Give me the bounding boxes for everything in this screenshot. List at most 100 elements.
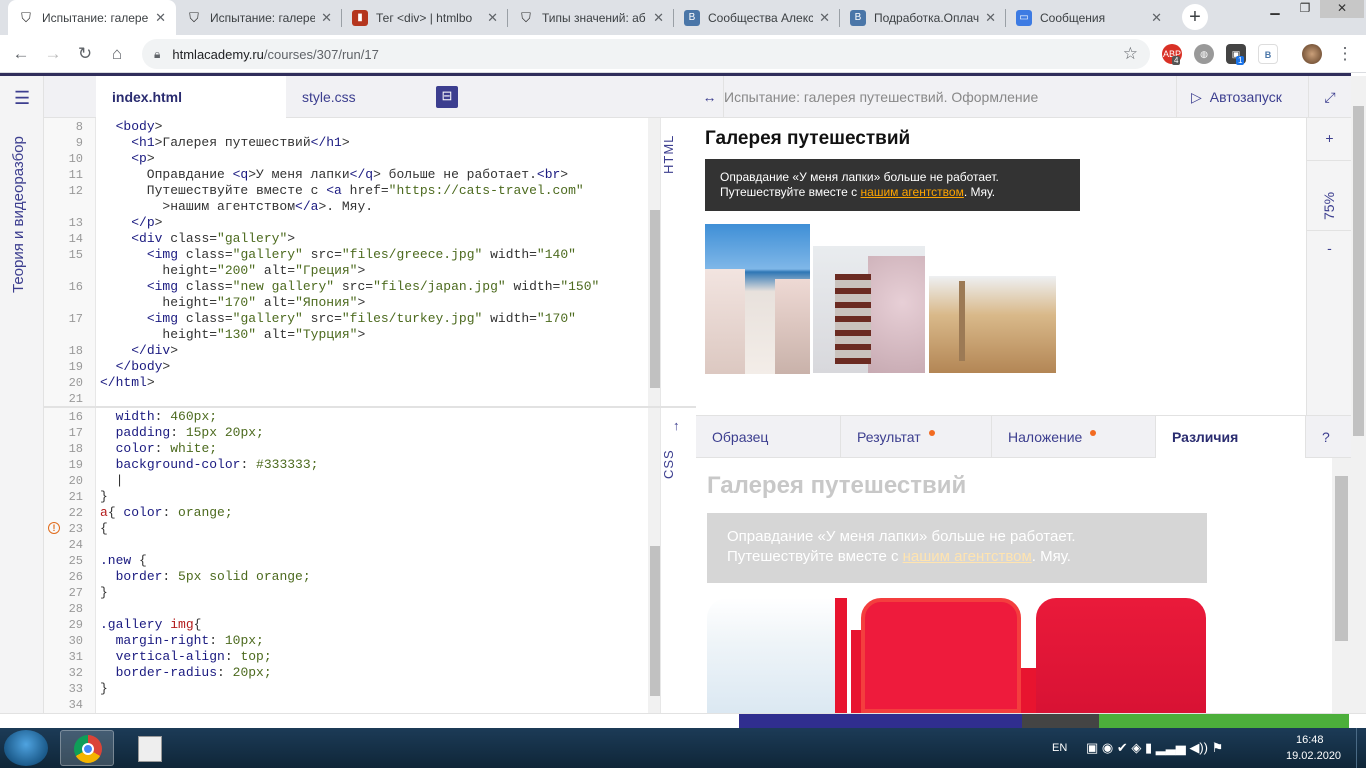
tab-overlay[interactable]: Наложение [992,416,1156,458]
code-line[interactable]: a{ color: orange; [100,505,648,521]
code-line[interactable]: <body> [100,119,648,135]
zoom-out-button[interactable]: - [1307,240,1352,256]
browser-tab-4[interactable]: ⛉ Типы значений: аб ✕ [508,0,674,35]
resize-arrows-icon[interactable]: ↔ [696,76,724,118]
close-tab-icon[interactable]: ✕ [985,10,996,26]
code-line[interactable]: background-color: #333333; [100,457,648,473]
css-editor[interactable]: width: 460px; padding: 15px 20px; color:… [96,408,648,713]
browser-tab-6[interactable]: В Подработка.Оплач ✕ [840,0,1006,35]
browser-tab-5[interactable]: В Сообщества Алекс ✕ [674,0,840,35]
line-number: 16 [68,280,83,294]
code-line[interactable]: <img class="gallery" src="files/turkey.j… [100,311,648,327]
code-line[interactable]: height="170" alt="Япония"> [100,295,648,311]
html-scrollbar[interactable] [648,118,660,406]
code-line[interactable]: .gallery img{ [100,617,648,633]
profile-avatar[interactable] [1302,44,1322,64]
tray-icons[interactable]: ▣ ◉ ✔ ◈ ▮ ▂▃▅ ◀)) ⚑ [1086,728,1223,768]
agency-link[interactable]: нашим агентством [861,185,964,199]
code-line[interactable]: <p> [100,151,648,167]
code-line[interactable]: >нашим агентством</a>. Мяу. [100,199,648,215]
htmlacademy-shield-icon: ⛉ [521,9,531,25]
code-line[interactable]: height="130" alt="Турция"> [100,327,648,343]
chrome-taskbar-button[interactable] [60,730,114,766]
code-line[interactable]: padding: 15px 20px; [100,425,648,441]
code-line[interactable]: height="200" alt="Греция"> [100,263,648,279]
layout-toggle-icon[interactable]: ⊟ [436,86,458,108]
tab-index-html[interactable]: index.html [96,76,286,118]
code-line[interactable]: <div class="gallery"> [100,231,648,247]
html-editor[interactable]: <body> <h1>Галерея путешествий</h1> <p> … [96,118,648,406]
tab-differences[interactable]: Различия [1156,416,1306,458]
address-bar[interactable]: 🔒︎ htmlacademy.ru/courses/307/run/17 ☆ [142,39,1150,69]
hamburger-menu-icon[interactable]: ☰ [14,88,30,109]
theory-video-link[interactable]: Теория и видеоразбор [10,136,34,386]
code-line[interactable]: margin-right: 10px; [100,633,648,649]
code-line[interactable]: border: 5px solid orange; [100,569,648,585]
diff-scrollbar[interactable] [1332,458,1351,713]
menu-kebab-icon[interactable]: ⋮ [1332,41,1358,67]
code-line[interactable]: color: white; [100,441,648,457]
code-line[interactable]: } [100,585,648,601]
close-tab-icon[interactable]: ✕ [653,10,664,26]
code-line[interactable]: </div> [100,343,648,359]
code-line[interactable]: } [100,489,648,505]
help-button[interactable]: ? [1306,416,1351,458]
close-tab-icon[interactable]: ✕ [321,10,332,26]
code-line[interactable]: </body> [100,359,648,375]
code-line[interactable] [100,391,648,406]
code-line[interactable]: { [100,521,648,537]
code-line[interactable]: } [100,681,648,697]
code-line[interactable]: Оправдание <q>У меня лапки</q> больше не… [100,167,648,183]
back-icon[interactable]: ← [8,41,34,67]
language-indicator[interactable]: EN [1052,728,1067,768]
code-line[interactable] [100,697,648,713]
autorun-button[interactable]: ▷ Автозапуск [1176,76,1306,118]
code-line[interactable]: <img class="gallery" src="files/greece.j… [100,247,648,263]
maximize-icon[interactable]: ❐ [1290,0,1320,18]
tab-result[interactable]: Результат [841,416,992,458]
code-line[interactable]: <img class="new gallery" src="files/japa… [100,279,648,295]
code-line[interactable]: .new { [100,553,648,569]
close-tab-icon[interactable]: ✕ [819,10,830,26]
css-scrollbar[interactable] [648,408,660,713]
code-line[interactable]: </p> [100,215,648,231]
play-icon: ▷ [1191,89,1202,105]
code-line[interactable]: | [100,473,648,489]
show-desktop-button[interactable] [1356,728,1366,768]
app-taskbar-button[interactable] [124,730,178,766]
line-number: 17 [68,426,83,440]
url-host: htmlacademy.ru [172,46,264,62]
minimize-icon[interactable]: ▁ [1260,0,1290,18]
browser-tab-3[interactable]: ▮ Тег <div> | htmlbo ✕ [342,0,508,35]
browser-tab-7[interactable]: ▭ Сообщения ✕ [1006,0,1172,35]
forward-icon[interactable]: → [40,41,66,67]
code-line[interactable]: border-radius: 20px; [100,665,648,681]
bookmark-star-icon[interactable]: ☆ [1123,44,1138,64]
code-line[interactable]: </html> [100,375,648,391]
home-icon[interactable]: ⌂ [104,41,130,67]
close-tab-icon[interactable]: ✕ [487,10,498,26]
code-line[interactable]: width: 460px; [100,409,648,425]
code-line[interactable]: Путешествуйте вместе с <a href="https://… [100,183,648,199]
code-line[interactable]: <h1>Галерея путешествий</h1> [100,135,648,151]
fullscreen-icon[interactable]: ⤢ [1308,76,1351,118]
windows-start-button[interactable] [4,730,48,766]
vk-extension-icon[interactable]: B [1258,44,1278,64]
close-tab-icon[interactable]: ✕ [1151,10,1162,26]
zoom-in-button[interactable]: + [1307,130,1352,146]
code-line[interactable]: vertical-align: top; [100,649,648,665]
browser-tab-1[interactable]: ⛉ Испытание: галере ✕ [8,0,176,35]
code-line[interactable] [100,537,648,553]
error-warning-icon[interactable]: ! [48,522,60,534]
tab-sample[interactable]: Образец [696,416,841,458]
code-line[interactable] [100,601,648,617]
arrow-up-icon[interactable]: ↑ [673,418,680,433]
new-tab-button[interactable]: + [1182,4,1208,30]
globe-extension-icon[interactable]: ◍ [1194,44,1214,64]
page-scrollbar[interactable] [1351,76,1366,713]
browser-tab-2[interactable]: ⛉ Испытание: галере ✕ [176,0,342,35]
close-window-icon[interactable]: ✕ [1320,0,1364,18]
reload-icon[interactable]: ↻ [72,41,98,67]
close-tab-icon[interactable]: ✕ [155,10,166,26]
line-number: 21 [68,392,83,406]
